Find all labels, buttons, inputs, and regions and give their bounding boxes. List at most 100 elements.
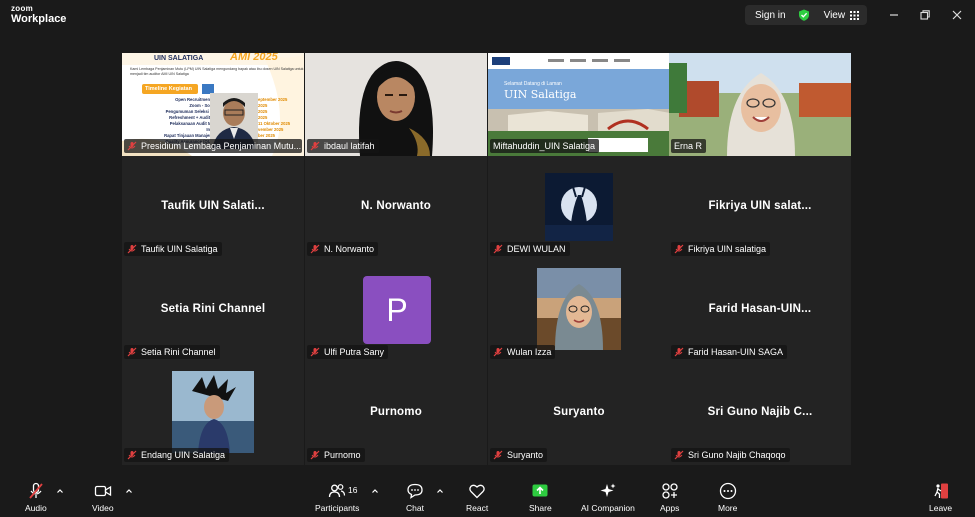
participant-display-name: Setia Rini Channel [160,303,266,315]
slide-intro: Kami Lembaga Penjaminan Mutu (LPM) UIN S… [130,67,304,76]
leave-label: Leave [929,503,953,513]
chevron-up-icon[interactable] [125,487,133,495]
participant-display-name: N. Norwanto [361,200,431,212]
participant-name: N. Norwanto [324,244,375,254]
participant-name-tag: Sri Guno Najib Chaqoqo [671,448,790,462]
participant-name: DEWI WULAN [507,244,566,254]
participant-display-name: Sri Guno Najib C... [707,406,813,418]
sign-in-button[interactable]: Sign in [755,10,786,21]
muted-mic-icon [310,141,320,151]
slide-timeline-label: Timeline Kegiatan [145,86,192,92]
participant-tile-erna[interactable]: Erna R [669,53,851,156]
audio-button[interactable]: Audio [25,482,47,513]
chat-bubble-icon [407,483,423,499]
chevron-up-icon[interactable] [371,487,379,495]
apps-button[interactable]: Apps [660,482,679,513]
participant-name-tag: Endang UIN Salatiga [124,448,230,462]
chat-label: Chat [406,503,424,513]
participant-name-tag: Farid Hasan-UIN SAGA [671,345,788,359]
leave-button[interactable]: Leave [929,482,952,513]
participant-name-tag: DEWI WULAN [490,242,570,256]
participant-tile-fikriya[interactable]: Fikriya UIN salat... Fikriya UIN salatig… [669,156,851,259]
more-button[interactable]: More [718,482,737,513]
participant-name: Farid Hasan-UIN SAGA [688,347,784,357]
participant-tile-presidium[interactable]: UIN SALATIGA AMI 2025 Kami Lembaga Penja… [122,53,304,156]
participant-name-tag: Presidium Lembaga Penjaminan Mutu... [124,139,302,153]
participant-name-tag: Erna R [671,139,707,153]
profile-picture [537,268,621,350]
participant-name: Suryanto [507,450,544,460]
website-banner-title: UIN Salatiga [504,88,577,101]
zoom-workplace-logo: zoom Workplace [11,5,66,25]
participant-name-tag: Purnomo [307,448,365,462]
video-button[interactable]: Video [92,482,114,513]
slide-dates: eptember 2025 2025 2025 2025 11 Oktober … [258,97,290,139]
muted-mic-icon [493,244,503,254]
meeting-toolbar: Audio Video Participants 16 Chat React S… [0,477,975,517]
participant-name: ibdaul latifah [324,141,375,151]
participant-name-tag: Ulfi Putra Sany [307,345,389,359]
participant-tile-ibdaul[interactable]: ibdaul latifah [305,53,487,156]
avatar: P [363,276,431,344]
logo-line-2: Workplace [11,13,67,25]
view-button[interactable]: View [824,10,846,21]
apps-icon [662,483,678,499]
chevron-up-icon[interactable] [56,487,64,495]
participant-name: Ulfi Putra Sany [324,347,385,357]
chat-button[interactable]: Chat [406,482,424,513]
heart-icon [469,484,485,499]
muted-mic-icon [674,450,684,460]
participant-name: Fikriya UIN salatiga [688,244,767,254]
muted-mic-icon [674,347,684,357]
close-icon[interactable] [950,8,964,22]
participant-tile-farid[interactable]: Farid Hasan-UIN... Farid Hasan-UIN SAGA [669,259,851,362]
participant-name-tag: Suryanto [490,448,548,462]
participant-name: Purnomo [324,450,361,460]
audio-label: Audio [25,503,47,513]
participant-tile-taufik[interactable]: Taufik UIN Salati... Taufik UIN Salatiga [122,156,304,259]
participant-tile-sri-guno[interactable]: Sri Guno Najib C... Sri Guno Najib Chaqo… [669,362,851,465]
ai-companion-button[interactable]: AI Companion [581,482,635,513]
muted-mic-icon [310,347,320,357]
restore-icon[interactable] [918,8,932,22]
participant-display-name: Fikriya UIN salat... [708,200,812,212]
participant-tile-suryanto[interactable]: Suryanto Suryanto [488,362,670,465]
leave-door-icon [933,483,948,499]
share-label: Share [529,503,552,513]
participant-name: Presidium Lembaga Penjaminan Mutu... [141,141,302,151]
share-button[interactable]: Share [529,482,552,513]
participant-display-name: Purnomo [370,406,422,418]
participant-tile-norwanto[interactable]: N. Norwanto N. Norwanto [305,156,487,259]
react-button[interactable]: React [466,482,488,513]
grid-icon[interactable] [850,10,860,20]
participant-name: Endang UIN Salatiga [141,450,226,460]
muted-mic-icon [127,244,137,254]
participant-name-tag: N. Norwanto [307,242,379,256]
participant-tile-endang[interactable]: Endang UIN Salatiga [122,362,304,465]
sparkle-icon [600,483,616,497]
participant-name: Sri Guno Najib Chaqoqo [688,450,786,460]
profile-picture [172,371,254,453]
muted-mic-icon [127,450,137,460]
participant-name: Miftahuddin_UIN Salatiga [493,141,596,151]
muted-mic-icon [310,450,320,460]
signin-view-panel: Sign in View [745,5,867,25]
participant-display-name: Farid Hasan-UIN... [708,303,812,315]
title-bar: zoom Workplace Sign in View [0,0,975,30]
participant-tile-dewi[interactable]: DEWI WULAN [488,156,670,259]
participant-tile-wulan[interactable]: Wulan Izza [488,259,670,362]
participant-tile-purnomo[interactable]: Purnomo Purnomo [305,362,487,465]
participant-count: 16 [348,485,358,495]
shield-check-icon[interactable] [798,9,810,21]
website-banner-small: Selamat Datang di Laman [504,81,562,87]
minimize-icon[interactable] [887,8,901,22]
apps-label: Apps [660,503,680,513]
participant-tile-ulfi[interactable]: P Ulfi Putra Sany [305,259,487,362]
react-label: React [466,503,489,513]
participant-name-tag: Setia Rini Channel [124,345,220,359]
chevron-up-icon[interactable] [436,487,444,495]
participant-tile-setia[interactable]: Setia Rini Channel Setia Rini Channel [122,259,304,362]
participant-tile-miftahuddin[interactable]: Selamat Datang di Laman UIN Salatiga Mif… [488,53,670,156]
participant-name-tag: Miftahuddin_UIN Salatiga [490,139,600,153]
muted-mic-icon [493,347,503,357]
